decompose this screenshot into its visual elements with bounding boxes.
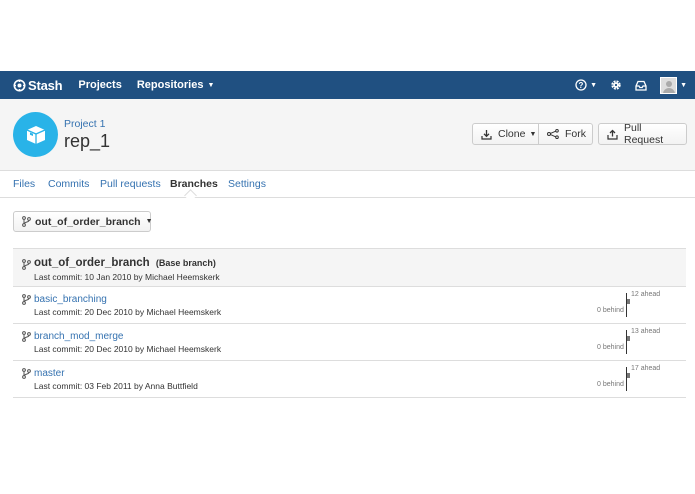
gear-icon: [611, 80, 621, 90]
base-branch-tag: (Base branch): [155, 258, 216, 268]
inbox-icon: [635, 80, 647, 91]
chevron-down-icon: ▼: [207, 81, 215, 89]
ahead-behind-divider: [626, 293, 627, 317]
ahead-count: 12 ahead: [631, 291, 661, 298]
branch-icon: [22, 259, 31, 270]
tab-files[interactable]: Files: [13, 178, 35, 190]
ahead-behind-indicator: 12 ahead 0 behind: [573, 291, 683, 319]
base-branch-name-wrap: out_of_order_branch (Base branch): [34, 257, 216, 269]
nav-repositories-label: Repositories: [136, 79, 204, 91]
download-icon: [481, 129, 492, 140]
behind-count: 0 behind: [597, 307, 624, 314]
ahead-behind-indicator: 13 ahead 0 behind: [573, 328, 683, 356]
table-row: master Last commit: 03 Feb 2011 by Anna …: [13, 361, 686, 398]
fork-label: Fork: [565, 128, 586, 140]
branch-icon: [22, 216, 31, 227]
ahead-behind-divider: [626, 367, 627, 391]
last-commit: Last commit: 20 Dec 2010 by Michael Heem…: [34, 307, 222, 317]
branch-link[interactable]: basic_branching: [34, 294, 107, 305]
ahead-behind-divider: [626, 330, 627, 354]
repository-avatar: [13, 112, 58, 157]
branch-selector-value: out_of_order_branch: [35, 215, 141, 228]
ahead-bar: [627, 336, 630, 341]
tab-pull-requests[interactable]: Pull requests: [100, 178, 161, 190]
active-tab-pointer: [184, 189, 197, 202]
nav-repositories[interactable]: Repositories ▼: [137, 79, 215, 91]
base-branch-row: out_of_order_branch (Base branch) Last c…: [13, 248, 686, 287]
pull-request-button[interactable]: Pull Request: [598, 122, 687, 146]
ahead-bar: [627, 299, 630, 304]
repository-tabs: Files Commits Pull requests Branches Set…: [0, 171, 695, 202]
fork-icon: [547, 129, 559, 139]
svg-text:?: ?: [579, 81, 584, 90]
ahead-behind-indicator: 17 ahead 0 behind: [573, 365, 683, 393]
avatar: [660, 76, 678, 94]
branches-table: out_of_order_branch (Base branch) Last c…: [13, 248, 686, 398]
chevron-down-icon: ▼: [680, 81, 687, 89]
chevron-down-icon: ▼: [529, 130, 537, 138]
last-commit: Last commit: 20 Dec 2010 by Michael Heem…: [34, 344, 222, 354]
last-commit: Last commit: 03 Feb 2011 by Anna Buttfie…: [34, 381, 198, 391]
box-icon: [26, 125, 45, 144]
repository-name: rep_1: [64, 131, 111, 151]
branch-link[interactable]: master: [34, 368, 65, 379]
branch-selector[interactable]: out_of_order_branch ▼: [13, 211, 153, 232]
project-link[interactable]: Project 1: [64, 118, 105, 130]
stash-logo[interactable]: Stash: [13, 77, 63, 93]
branch-link[interactable]: branch_mod_merge: [34, 331, 124, 342]
repository-header: Project 1 rep_1 Clone ▼ Fork Pull Reques…: [0, 99, 695, 171]
nav-projects[interactable]: Projects: [78, 79, 121, 91]
branch-icon: [22, 331, 31, 342]
chevron-down-icon: ▼: [145, 218, 153, 225]
behind-count: 0 behind: [597, 381, 624, 388]
last-commit: Last commit: 10 Jan 2010 by Michael Heem…: [34, 272, 220, 282]
table-row: branch_mod_merge Last commit: 20 Dec 201…: [13, 324, 686, 361]
help-icon: ?: [575, 79, 587, 91]
nav-projects-label: Projects: [78, 79, 122, 91]
chevron-down-icon: ▼: [590, 81, 598, 89]
fork-button[interactable]: Fork: [539, 123, 593, 145]
pull-request-label: Pull Request: [624, 122, 664, 146]
settings-button[interactable]: [610, 79, 622, 91]
clone-label: Clone: [498, 128, 526, 140]
ahead-bar: [627, 373, 630, 378]
inbox-button[interactable]: [635, 80, 647, 91]
user-menu[interactable]: ▼: [660, 76, 687, 94]
brand-name: Stash: [28, 77, 63, 93]
branch-icon: [22, 294, 31, 305]
table-row: basic_branching Last commit: 20 Dec 2010…: [13, 287, 686, 324]
ahead-count: 13 ahead: [631, 328, 661, 335]
top-navigation-bar: Stash Projects Repositories ▼ ? ▼ ▼: [0, 71, 695, 99]
tab-settings[interactable]: Settings: [228, 178, 266, 190]
help-menu[interactable]: ? ▼: [575, 79, 597, 91]
tab-commits[interactable]: Commits: [48, 178, 89, 190]
upload-icon: [607, 129, 618, 140]
stash-logo-icon: [13, 79, 26, 91]
ahead-count: 17 ahead: [631, 365, 661, 372]
tab-branches[interactable]: Branches: [170, 178, 218, 190]
behind-count: 0 behind: [597, 344, 624, 351]
clone-button[interactable]: Clone ▼: [472, 123, 539, 145]
base-branch-name: out_of_order_branch: [34, 257, 150, 269]
branch-icon: [22, 368, 31, 379]
